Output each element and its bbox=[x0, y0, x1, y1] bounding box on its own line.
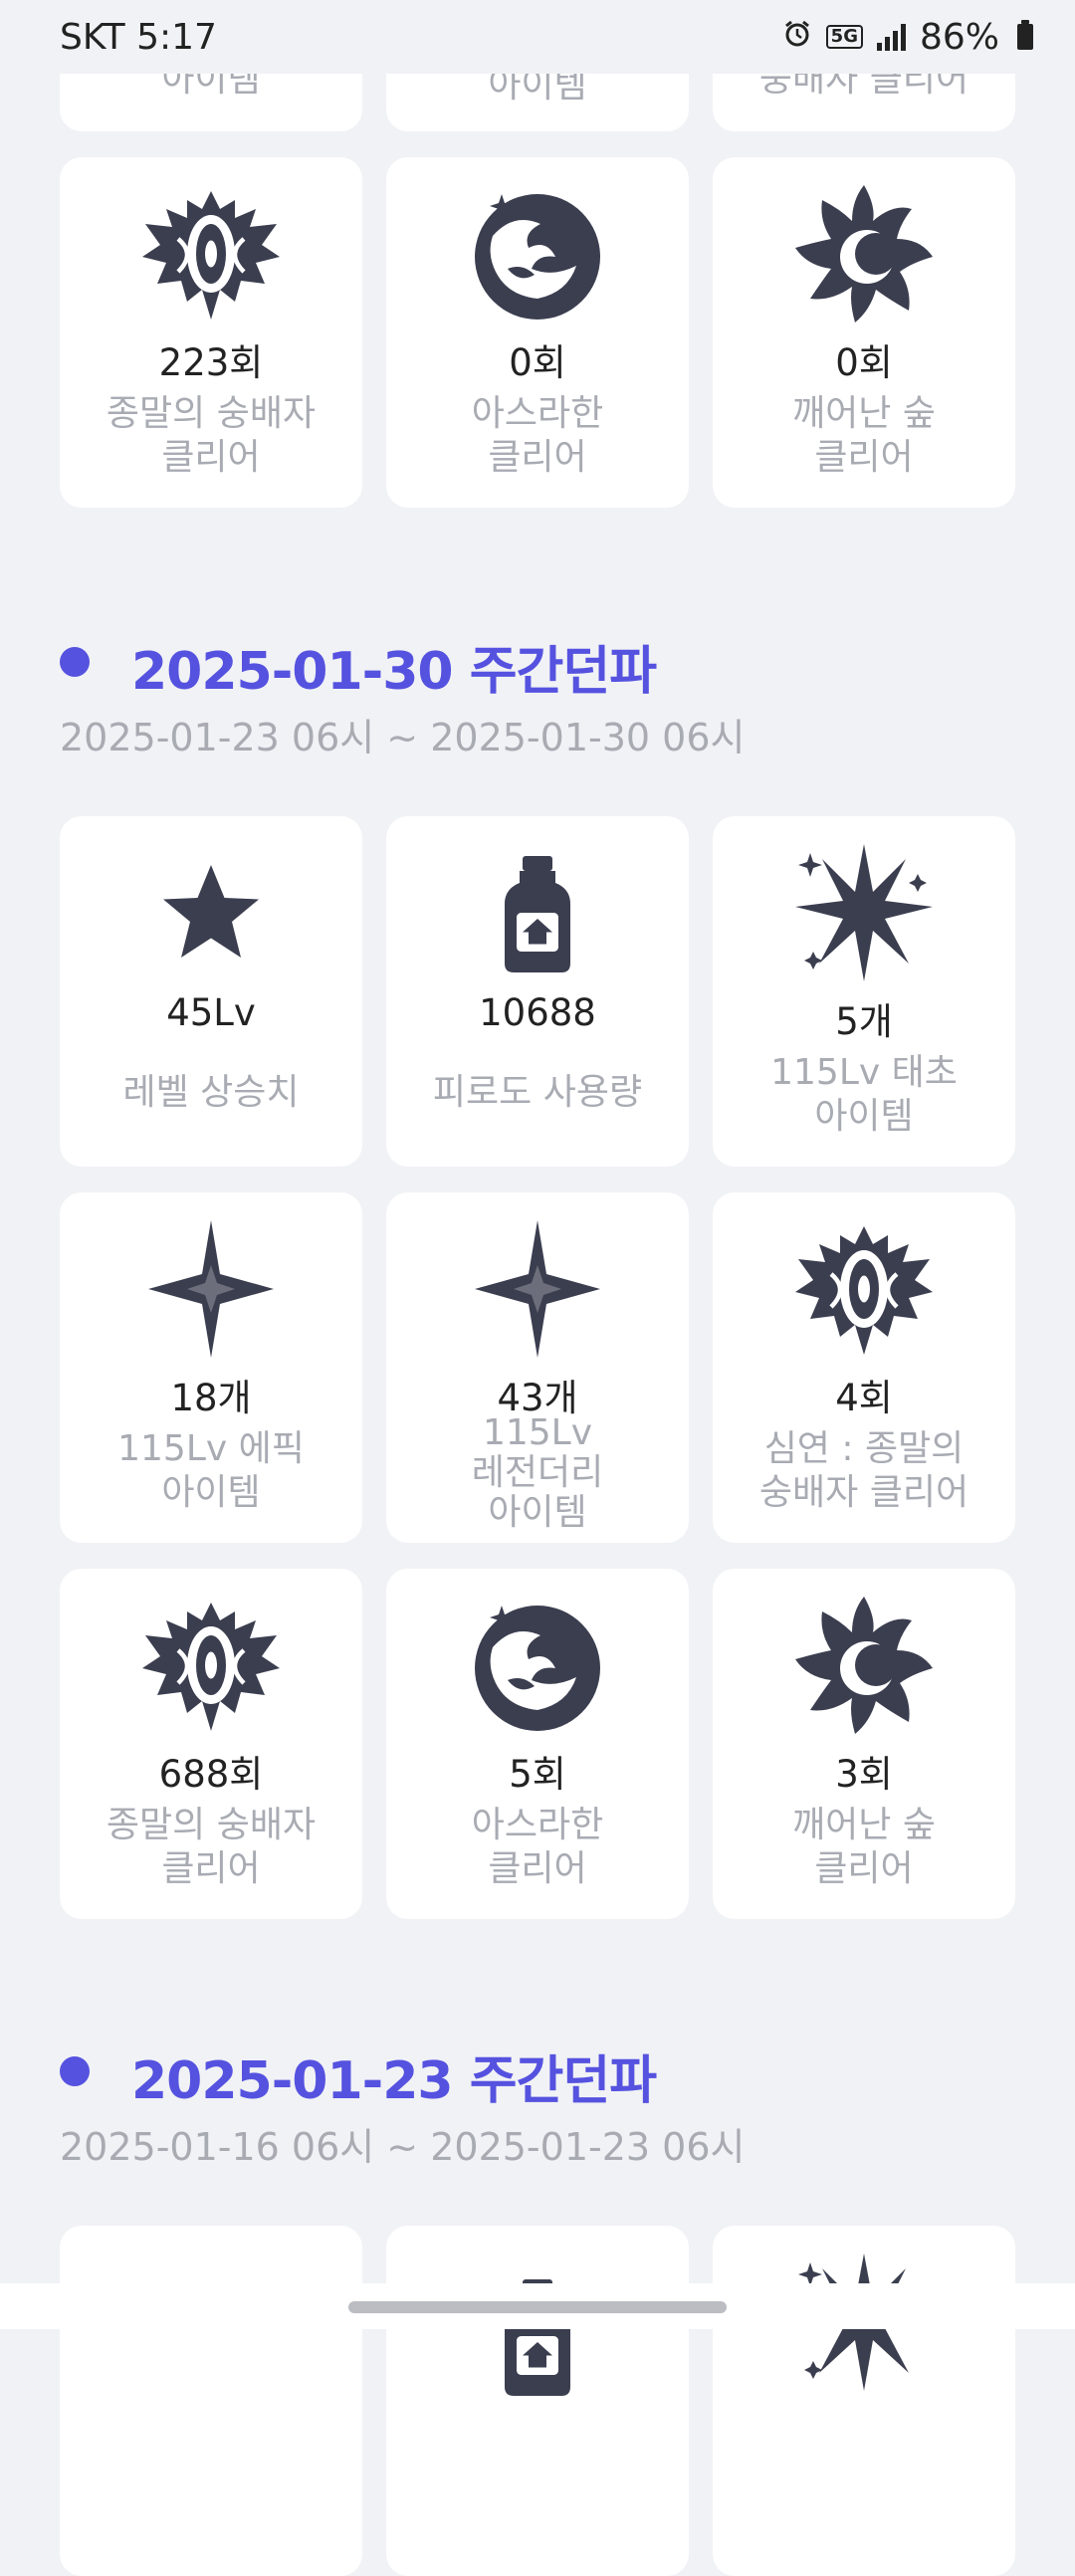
stat-value: 223회 bbox=[158, 341, 264, 384]
section-title: 2025-01-23 주간던파 bbox=[131, 2051, 657, 2111]
stat-label: 115Lv 태초 아이템 bbox=[770, 1052, 958, 1137]
stat-card: 0회 깨어난 숲 클리어 bbox=[713, 157, 1015, 508]
potion-bottle-icon bbox=[463, 838, 612, 987]
stat-value: 0회 bbox=[835, 341, 893, 384]
section-bullet bbox=[60, 2056, 90, 2086]
stat-value: 5개 bbox=[835, 1000, 893, 1043]
battery-icon bbox=[1017, 20, 1033, 50]
carrier-time: SKT 5:17 bbox=[60, 16, 217, 58]
stat-value: 688회 bbox=[158, 1753, 264, 1796]
section-title: 2025-01-30 주간던파 bbox=[131, 642, 657, 702]
home-indicator[interactable] bbox=[348, 2301, 727, 2313]
stat-card-epic: 18개 115Lv 에픽 아이템 bbox=[60, 1192, 362, 1543]
sun-flame-icon bbox=[789, 179, 939, 328]
stat-card-fatigue: 10688 피로도 사용량 bbox=[386, 816, 689, 1167]
stat-card-partial bbox=[60, 2226, 362, 2576]
stat-card-level: 45Lv 레벨 상승치 bbox=[60, 816, 362, 1167]
stat-card-worshipper: 688회 종말의 숭배자 클리어 bbox=[60, 1569, 362, 1919]
status-bar: SKT 5:17 5G 86% bbox=[0, 0, 1075, 74]
status-icons: 5G 86% bbox=[782, 17, 1033, 58]
abyss-crest-icon bbox=[136, 1591, 286, 1740]
stat-value: 10688 bbox=[479, 991, 596, 1034]
stat-card-legendary: 43개 115Lv 레전더리 아이템 bbox=[386, 1192, 689, 1543]
stat-card-asrahan: 5회 아스라한 클리어 bbox=[386, 1569, 689, 1919]
abyss-crest-icon bbox=[136, 179, 286, 328]
alarm-icon bbox=[782, 17, 812, 58]
stat-label: 종말의 숭배자 클리어 bbox=[106, 1805, 317, 1889]
stat-value: 45Lv bbox=[166, 991, 256, 1034]
section-bullet bbox=[60, 647, 90, 677]
stat-label: 아스라한 클리어 bbox=[471, 1805, 604, 1889]
battery-percent: 86% bbox=[919, 16, 999, 58]
four-point-star-icon bbox=[136, 1214, 286, 1364]
stat-label: 115Lv 에픽 아이템 bbox=[117, 1428, 305, 1513]
stat-value: 5회 bbox=[509, 1753, 566, 1796]
stat-label: 115Lv 레전더리 아이템 bbox=[471, 1412, 604, 1533]
abyss-crest-icon bbox=[789, 1214, 939, 1364]
stat-card-forest: 3회 깨어난 숲 클리어 bbox=[713, 1569, 1015, 1919]
stat-label: 깨어난 숲 클리어 bbox=[792, 393, 936, 478]
stat-card-abyss: 4회 심연 : 종말의 숭배자 클리어 bbox=[713, 1192, 1015, 1543]
stat-label: 레벨 상승치 bbox=[122, 1072, 300, 1113]
stat-value: 0회 bbox=[509, 341, 566, 384]
stat-card-primordial: 5개 115Lv 태초 아이템 bbox=[713, 816, 1015, 1167]
section-date-range: 2025-01-23 06시 ~ 2025-01-30 06시 bbox=[60, 716, 746, 759]
stat-label: 깨어난 숲 클리어 bbox=[792, 1805, 936, 1889]
burst-star-icon bbox=[789, 838, 939, 987]
stat-card: 0회 아스라한 클리어 bbox=[386, 157, 689, 508]
stat-label: 아스라한 클리어 bbox=[471, 393, 604, 478]
5g-icon: 5G bbox=[825, 25, 863, 49]
stat-card-partial bbox=[386, 2226, 689, 2576]
signal-icon bbox=[876, 23, 906, 51]
stat-card-partial bbox=[713, 2226, 1015, 2576]
stat-label: 종말의 숭배자 클리어 bbox=[106, 393, 317, 478]
stat-card: 223회 종말의 숭배자 클리어 bbox=[60, 157, 362, 508]
stat-label: 심연 : 종말의 숭배자 클리어 bbox=[758, 1428, 969, 1513]
stat-label: 피로도 사용량 bbox=[432, 1072, 643, 1113]
wave-orb-icon bbox=[463, 1591, 612, 1740]
stat-value: 18개 bbox=[170, 1377, 252, 1419]
wave-orb-icon bbox=[463, 179, 612, 328]
stat-value: 4회 bbox=[835, 1377, 893, 1419]
sun-flame-icon bbox=[789, 1591, 939, 1740]
stat-value: 3회 bbox=[835, 1753, 893, 1796]
star-icon bbox=[136, 838, 286, 987]
four-point-star-icon bbox=[463, 1214, 612, 1364]
section-date-range: 2025-01-16 06시 ~ 2025-01-23 06시 bbox=[60, 2125, 746, 2169]
